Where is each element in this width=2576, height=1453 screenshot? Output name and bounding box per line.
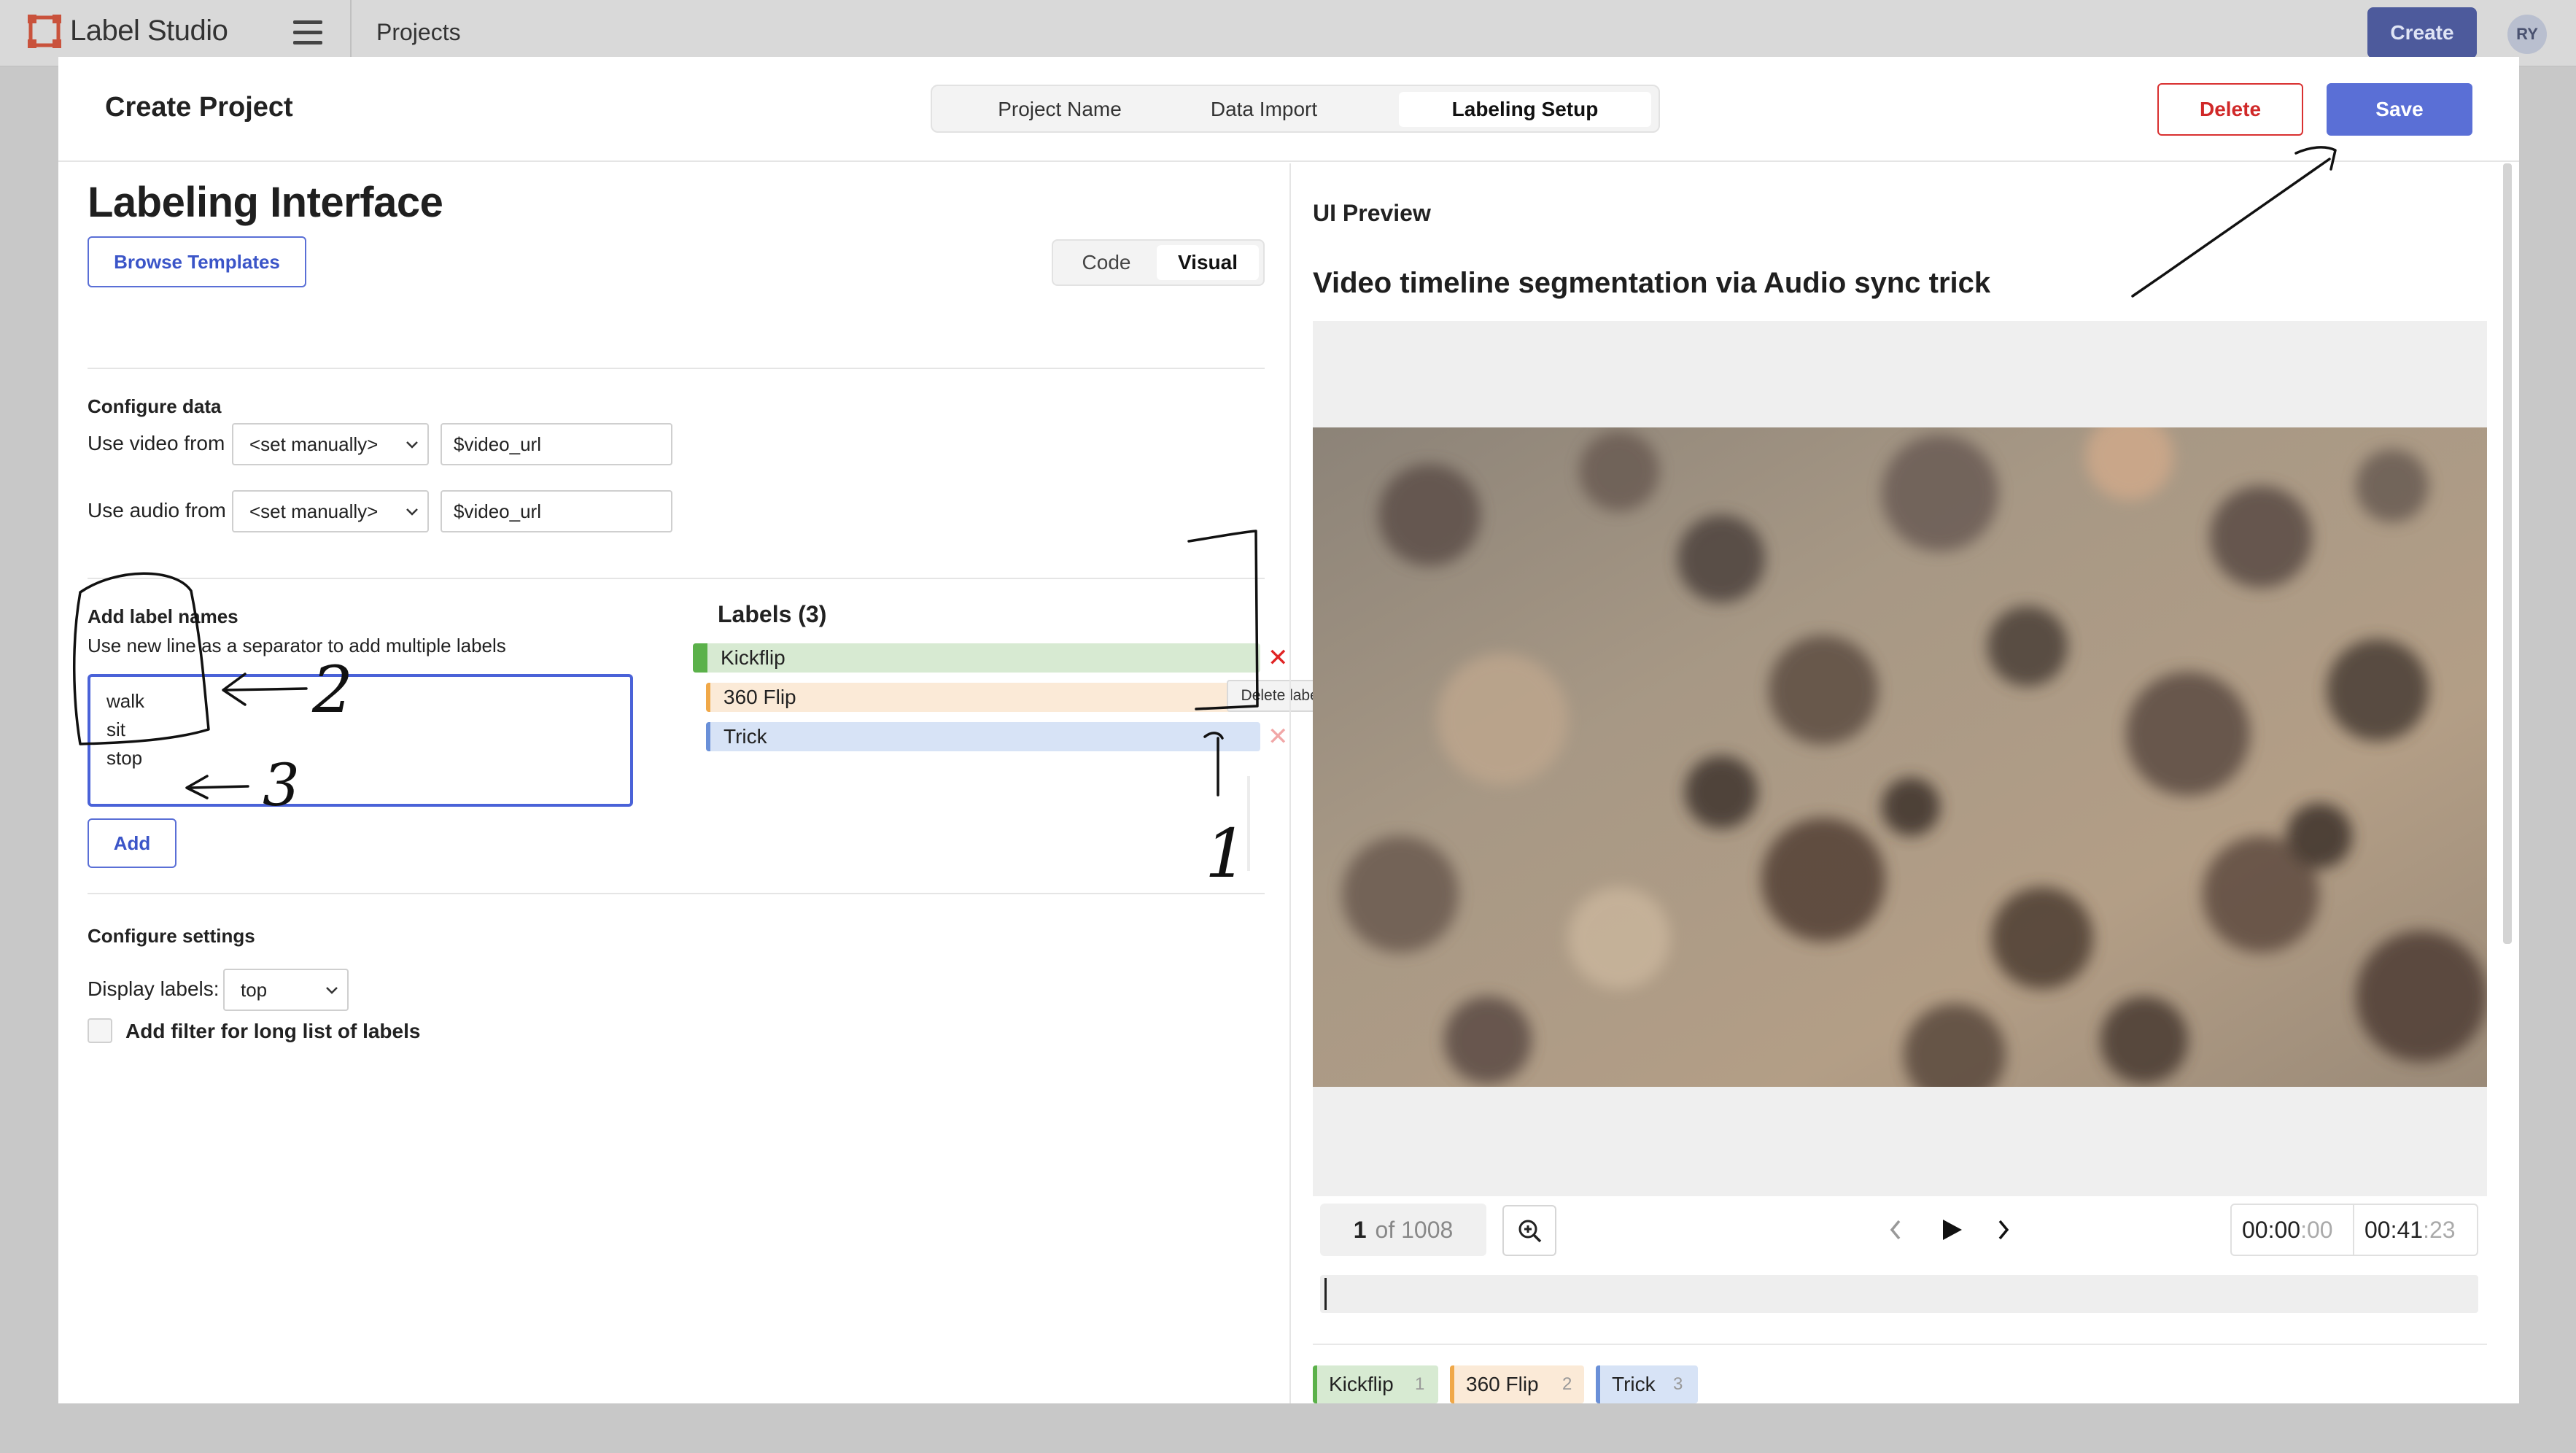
ui-preview-panel: UI Preview Video timeline segmentation v… [1291,163,2519,1403]
label-chip-kickflip[interactable]: Kickflip 1 [1313,1365,1438,1403]
browse-templates-button[interactable]: Browse Templates [88,236,306,287]
page-title: Labeling Interface [88,179,443,226]
modal-title: Create Project [105,92,293,123]
labels-title: Labels (3) [718,601,827,627]
audio-source-label: Use audio from [88,499,226,522]
label-studio-logo-icon[interactable] [28,15,61,48]
frame-counter[interactable]: 1 of 1008 [1320,1204,1486,1256]
menu-icon[interactable] [293,20,322,47]
audio-source-select-value: <set manually> [249,500,379,522]
divider [88,368,1265,369]
project-tabs: Project Name Data Import Labeling Setup [931,85,1660,133]
video-source-select[interactable]: <set manually> [232,423,429,465]
video-frame[interactable] [1313,427,2487,1087]
audio-field-input[interactable]: $video_url [441,490,672,532]
chevron-down-icon [406,441,418,449]
tab-project-name[interactable]: Project Name [961,92,1158,127]
label-color-swatch [693,643,707,673]
display-labels-select[interactable]: top [223,969,349,1011]
frame-current: 1 [1353,1216,1367,1243]
tab-data-import[interactable]: Data Import [1180,92,1348,127]
video-source-label: Use video from [88,432,225,454]
display-labels-label: Display labels: [88,977,220,1000]
chip-label: Trick [1612,1373,1656,1395]
add-labels-hint: Use new line as a separator to add multi… [88,635,506,656]
label-chip-360-flip[interactable]: 360 Flip 2 [1450,1365,1584,1403]
ui-preview-label: UI Preview [1313,200,1431,226]
label-name: Kickflip [721,646,785,669]
chevron-down-icon [406,508,418,516]
timeline-cursor[interactable] [1324,1278,1327,1310]
add-labels-button[interactable]: Add [88,818,176,868]
configure-data-title: Configure data [88,395,222,417]
audio-source-select[interactable]: <set manually> [232,490,429,532]
label-item: Trick ✕ [706,722,1289,751]
tab-labeling-setup[interactable]: Labeling Setup [1399,92,1651,127]
video-timeline[interactable] [1320,1275,2478,1313]
divider [88,893,1265,894]
zoom-in-icon [1518,1220,1542,1243]
label-bar [706,722,1260,751]
preview-scrollbar[interactable] [2503,163,2512,944]
breadcrumb-projects[interactable]: Projects [376,19,461,46]
create-button[interactable]: Create [2367,7,2477,58]
label-item: 360 Flip ✕ [706,683,1289,712]
chevron-down-icon [326,987,338,994]
chip-hotkey: 2 [1562,1374,1572,1394]
avatar[interactable]: RY [2507,15,2547,54]
label-name: Trick [723,725,767,748]
prev-frame-icon[interactable] [1888,1218,1904,1241]
divider [1313,1344,2487,1345]
filter-labels-checkbox[interactable] [88,1018,112,1043]
modal-header: Create Project Project Name Data Import … [58,57,2519,162]
label-names-textarea[interactable]: walk sit stop [88,674,633,807]
chip-label: 360 Flip [1466,1373,1539,1395]
label-color-swatch [706,683,710,712]
label-name: 360 Flip [723,686,796,708]
video-field-input[interactable]: $video_url [441,423,672,465]
divider [88,578,1265,579]
chip-label: Kickflip [1329,1373,1394,1395]
code-visual-toggle: Code Visual [1052,239,1265,286]
frame-total: of 1008 [1375,1216,1454,1243]
save-button[interactable]: Save [2327,83,2472,136]
labels-scrollbar[interactable] [1247,776,1250,871]
video-source-select-value: <set manually> [249,433,379,455]
next-frame-icon[interactable] [1995,1218,2011,1241]
toggle-code[interactable]: Code [1059,245,1154,280]
time-total: 00:41:23 [2364,1217,2456,1243]
display-labels-value: top [241,978,268,1001]
chip-hotkey: 3 [1673,1374,1683,1394]
app-name[interactable]: Label Studio [70,15,228,47]
labeling-config-panel: Labeling Interface Browse Templates Code… [58,163,1336,1403]
time-display: 00:00:00 00:41:23 [2230,1204,2478,1256]
toggle-visual[interactable]: Visual [1157,245,1259,280]
play-icon[interactable] [1940,1218,1963,1241]
delete-label-icon[interactable]: ✕ [1268,646,1289,670]
video-container [1313,321,2487,1196]
configure-settings-title: Configure settings [88,925,255,947]
label-chip-trick[interactable]: Trick 3 [1596,1365,1698,1403]
chip-hotkey: 1 [1415,1374,1425,1394]
delete-button[interactable]: Delete [2157,83,2303,136]
label-color-swatch [706,722,710,751]
delete-label-icon[interactable]: ✕ [1268,724,1289,749]
zoom-button[interactable] [1502,1205,1556,1256]
label-item: Kickflip ✕ [693,643,1289,673]
preview-title: Video timeline segmentation via Audio sy… [1313,267,1991,299]
create-project-modal: Create Project Project Name Data Import … [58,57,2519,1403]
add-labels-title: Add label names [88,605,238,627]
filter-labels-label: Add filter for long list of labels [125,1020,421,1042]
time-current: 00:00:00 [2242,1217,2333,1243]
